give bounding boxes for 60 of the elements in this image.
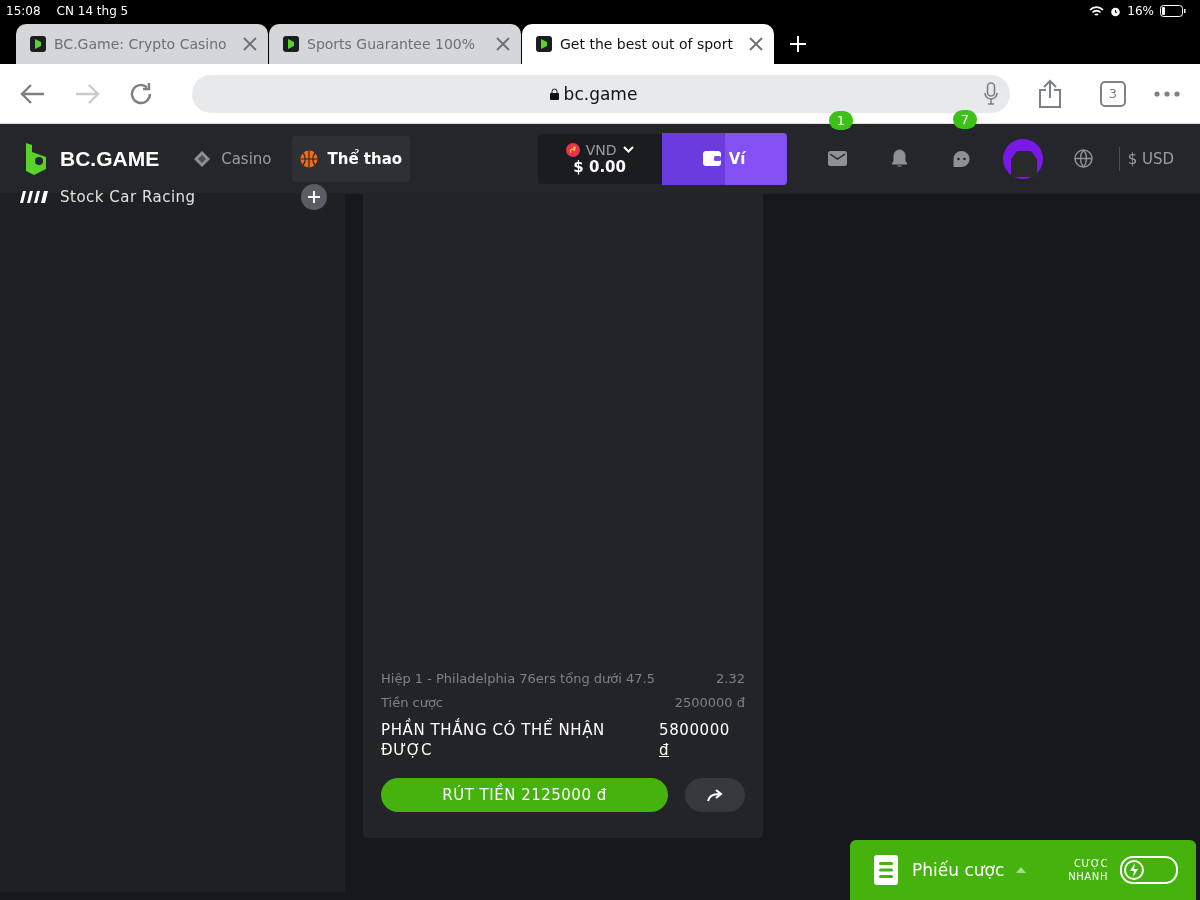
nav-tab[interactable]: Thể thao	[291, 135, 411, 182]
site-icon	[30, 36, 46, 52]
potential-win-label: PHẦN THẮNG CÓ THỂ NHẬN ĐƯỢC	[381, 720, 641, 760]
reload-icon[interactable]	[128, 80, 154, 107]
lock-icon	[549, 87, 559, 100]
close-icon[interactable]	[242, 36, 258, 52]
browser-tab[interactable]: BC.Game: Crypto Casino	[16, 24, 268, 64]
expand-plus-icon[interactable]	[301, 184, 327, 210]
browser-tab[interactable]: Sports Guarantee 100%	[269, 24, 521, 64]
balance-selector[interactable]: VND $ 0.00	[537, 133, 662, 184]
cards-icon	[193, 149, 212, 168]
caret-up-icon	[1016, 867, 1027, 873]
globe-icon[interactable]	[1074, 149, 1094, 168]
stake-label: Tiền cược	[381, 695, 443, 710]
bet-odds: 2.32	[716, 671, 745, 686]
dong-coin-icon	[565, 142, 580, 157]
nav-tab[interactable]: Casino	[185, 135, 280, 182]
address-field[interactable]: bc.game	[192, 74, 1010, 113]
bell-icon[interactable]	[891, 149, 909, 168]
site-icon	[536, 36, 552, 52]
potential-win-amount: 5800000	[659, 720, 731, 740]
bet-selection: Hiệp 1 - Philadelphia 76ers tổng dưới 47.5	[381, 671, 655, 686]
back-icon[interactable]	[20, 82, 46, 105]
more-icon[interactable]	[1154, 90, 1180, 97]
wallet-icon	[702, 151, 721, 166]
currency-selector[interactable]: $ USD	[1127, 149, 1174, 168]
chat-icon[interactable]	[952, 149, 972, 168]
sidebar-item[interactable]: Stock Car Racing	[60, 188, 196, 206]
racing-stripes-icon	[20, 191, 48, 203]
wallet-button[interactable]: Ví	[661, 132, 787, 185]
tab-count-button[interactable]: 3	[1100, 80, 1126, 107]
basketball-icon	[299, 149, 318, 168]
mail-icon[interactable]	[828, 151, 848, 166]
list-icon	[874, 855, 898, 885]
lightning-knob-icon[interactable]	[1123, 859, 1145, 881]
share-arrow-icon	[707, 788, 723, 802]
alarm-icon	[1110, 5, 1122, 17]
battery-percent: 16%	[1127, 4, 1154, 18]
avatar[interactable]	[1002, 138, 1043, 179]
close-icon[interactable]	[748, 36, 764, 52]
logo-text[interactable]: BC.GAME	[60, 146, 160, 171]
count-badge: 1	[828, 111, 853, 130]
status-date: CN 14 thg 5	[56, 4, 129, 18]
stake-amount: 2500000 đ	[674, 695, 745, 710]
quick-bet-label: CƯỢC	[1073, 857, 1108, 870]
new-tab-icon[interactable]	[789, 35, 807, 53]
share-button[interactable]	[685, 778, 745, 812]
chevron-down-icon	[622, 146, 634, 153]
site-icon	[283, 36, 299, 52]
microphone-icon[interactable]	[984, 81, 998, 106]
currency-symbol: đ	[659, 740, 671, 760]
status-time: 15:08	[6, 4, 41, 18]
quick-bet-label: NHANH	[1068, 870, 1108, 883]
wifi-icon	[1089, 5, 1105, 17]
battery-icon	[1160, 5, 1186, 17]
close-icon[interactable]	[495, 36, 511, 52]
betslip-label: Phiếu cược	[912, 860, 1005, 880]
browser-tab[interactable]: Get the best out of sport	[522, 24, 774, 64]
share-icon[interactable]	[1038, 78, 1062, 109]
quick-bet-toggle[interactable]	[1120, 856, 1178, 884]
